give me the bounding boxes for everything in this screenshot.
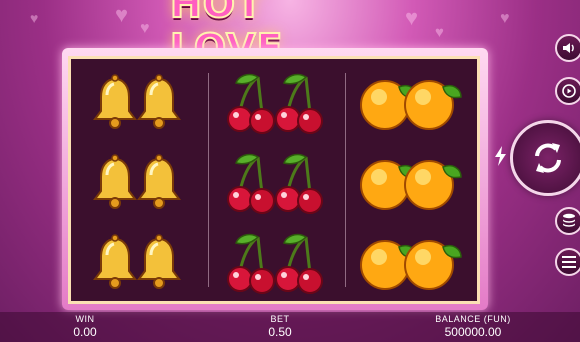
bet-settings-button[interactable] — [555, 207, 580, 235]
lightning-icon[interactable] — [494, 146, 508, 166]
heart-decoration: ♥ — [435, 24, 444, 41]
bet-value: 0.50 — [268, 325, 292, 339]
game-logo: HOT LOVE — [169, 0, 284, 71]
balance-value: 500000.00 — [444, 325, 502, 339]
symbol-bell-icon — [71, 63, 207, 143]
bet-display: BET 0.50 — [250, 314, 310, 339]
menu-icon — [562, 256, 576, 268]
sound-button[interactable] — [555, 34, 580, 62]
symbol-orange-icon — [345, 63, 481, 143]
win-label: WIN — [75, 314, 95, 324]
win-display: WIN 0.00 — [55, 314, 115, 339]
spin-button[interactable] — [510, 120, 580, 196]
symbol-orange-icon — [345, 143, 481, 223]
balance-display: BALANCE (FUN) 500000.00 — [418, 314, 528, 339]
heart-decoration: ♥ — [115, 2, 129, 27]
symbol-cherrie-icon — [208, 223, 344, 303]
symbol-cherrie-icon — [208, 143, 344, 223]
heart-decoration: ♥ — [140, 20, 150, 37]
heart-decoration: ♥ — [500, 10, 510, 27]
speaker-icon — [563, 43, 574, 53]
autoplay-button[interactable] — [555, 77, 580, 105]
balance-label: BALANCE (FUN) — [435, 314, 511, 324]
reels-board — [68, 56, 480, 304]
menu-button[interactable] — [555, 248, 580, 276]
heart-decoration: ♥ — [30, 10, 39, 26]
spin-arrows-icon — [535, 143, 561, 173]
win-value: 0.00 — [73, 325, 97, 339]
symbol-orange-icon — [345, 223, 481, 303]
symbol-bell-icon — [71, 223, 207, 303]
bet-label: BET — [270, 314, 290, 324]
symbol-cherrie-icon — [208, 63, 344, 143]
status-bar: WIN 0.00 BET 0.50 BALANCE (FUN) 500000.0… — [0, 312, 580, 342]
heart-decoration: ♥ — [405, 5, 419, 30]
symbol-bell-icon — [71, 143, 207, 223]
autoplay-icon — [562, 84, 576, 98]
coin-stack-icon — [563, 213, 575, 227]
